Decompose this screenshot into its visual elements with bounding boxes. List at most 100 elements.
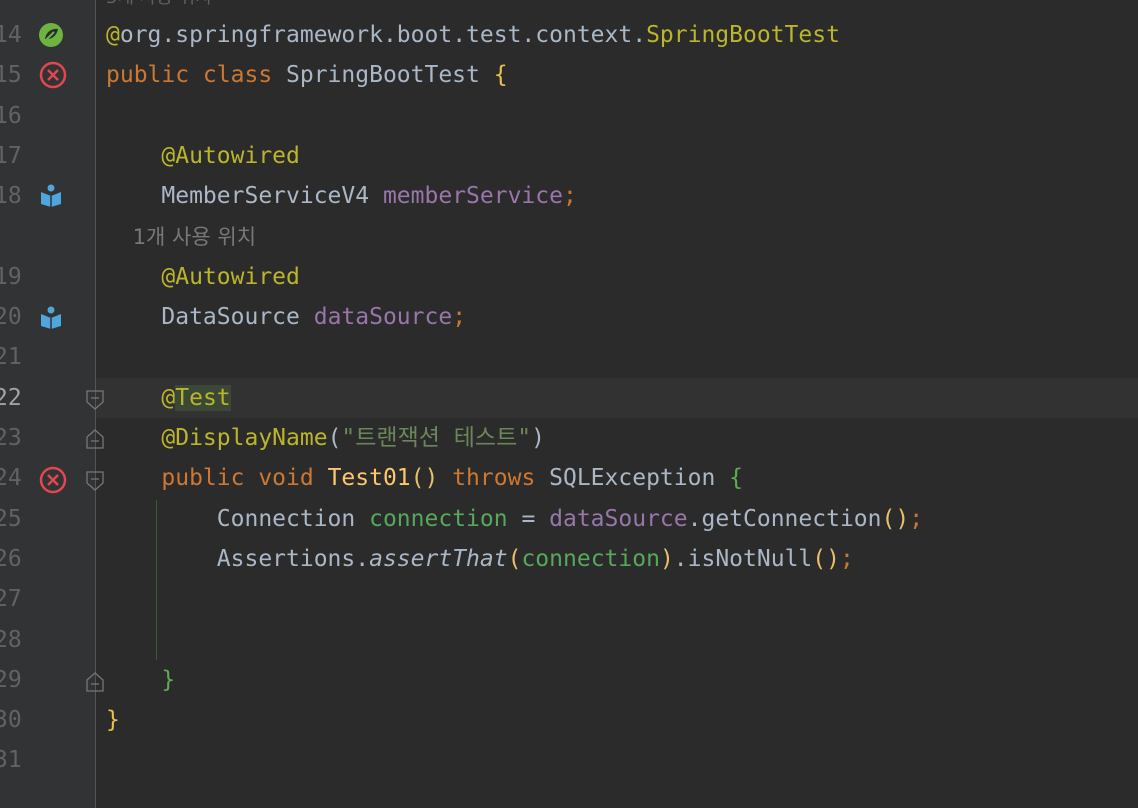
line-number: 16 xyxy=(0,102,22,129)
code-line[interactable]: 19 @Autowired xyxy=(0,257,1138,297)
code-token: DataSource xyxy=(106,304,314,331)
line-number: 27 xyxy=(0,586,22,613)
code-token: @ xyxy=(106,384,176,411)
line-number: 22 xyxy=(0,384,22,411)
line-number: 14 xyxy=(0,22,22,48)
code-token: .getConnection xyxy=(687,505,882,532)
code-token: throws xyxy=(438,465,550,492)
code-token: dataSource xyxy=(313,304,453,331)
code-token: connection xyxy=(521,545,660,572)
code-line[interactable]: 22 @Test xyxy=(0,377,1138,418)
code-token: Test01 xyxy=(327,465,411,492)
indent-guide xyxy=(156,500,157,660)
code-text: public void Test01() throws SQLException… xyxy=(106,458,743,498)
line-number: 18 xyxy=(0,183,22,210)
code-token: } xyxy=(106,666,176,693)
code-line[interactable]: 18 MemberServiceV4 memberService; xyxy=(0,176,1138,216)
code-token: @DisplayName xyxy=(106,425,328,451)
code-line[interactable]: 27 xyxy=(0,579,1138,619)
line-number: 23 xyxy=(0,425,22,451)
code-text: @Autowired xyxy=(106,257,300,297)
code-token: @Autowired xyxy=(106,263,300,290)
code-token: Connection xyxy=(106,505,370,532)
line-number: 21 xyxy=(0,344,22,371)
line-number: 31 xyxy=(0,747,22,774)
code-line[interactable]: 30} xyxy=(0,700,1138,740)
code-token: ; xyxy=(562,183,577,210)
code-token: connection xyxy=(369,505,508,532)
line-number: 28 xyxy=(0,626,22,653)
code-token: memberService xyxy=(382,183,563,210)
code-token: SpringBootTest xyxy=(286,62,494,89)
code-editor[interactable]: 5개 사용 위치 14@org.springframework.boot.tes… xyxy=(0,0,1138,808)
autowired-bean-icon[interactable] xyxy=(38,182,68,212)
code-line[interactable]: 28 xyxy=(0,620,1138,660)
code-token: ( xyxy=(507,545,522,572)
code-text: } xyxy=(106,700,120,740)
code-text: @DisplayName("트랜잭션 테스트") xyxy=(106,418,545,458)
line-number: 26 xyxy=(0,545,22,572)
fold-end-icon[interactable] xyxy=(86,429,104,449)
code-text: public class SpringBootTest { xyxy=(106,55,508,95)
code-line[interactable]: 26 Assertions.assertThat(connection).isN… xyxy=(0,539,1138,579)
code-line[interactable]: 25 Connection connection = dataSource.ge… xyxy=(0,499,1138,539)
code-token: SpringBootTest xyxy=(646,22,840,48)
code-line[interactable]: 24 public void Test01() throws SQLExcept… xyxy=(0,458,1138,498)
code-line[interactable]: 14 @org.springframework.boot.test.context… xyxy=(0,15,1138,55)
code-token: ( xyxy=(327,425,342,451)
error-icon[interactable] xyxy=(38,465,68,495)
code-token: SQLException xyxy=(549,465,730,492)
code-token: ) xyxy=(659,545,674,572)
code-token: @ xyxy=(106,22,120,48)
code-token: assertThat xyxy=(369,545,508,572)
line-number: 19 xyxy=(0,263,22,290)
code-text: 1개 사용 위치 xyxy=(106,217,256,257)
code-text: Assertions.assertThat(connection).isNotN… xyxy=(106,539,854,579)
code-line[interactable]: 17 @Autowired xyxy=(0,136,1138,176)
autowired-bean-icon[interactable] xyxy=(38,304,68,334)
code-line[interactable]: 20 DataSource dataSource; xyxy=(0,297,1138,337)
fold-open-icon[interactable] xyxy=(86,471,104,491)
code-text: Connection connection = dataSource.getCo… xyxy=(106,499,923,539)
spring-bean-icon[interactable] xyxy=(36,20,66,50)
usage-hint-top: 5개 사용 위치 xyxy=(106,0,212,8)
code-token: .isNotNull xyxy=(673,545,813,572)
code-token: ; xyxy=(909,505,924,532)
code-token: { xyxy=(729,465,744,492)
current-line-highlight xyxy=(96,377,1138,418)
code-token: () xyxy=(812,545,840,572)
code-token: { xyxy=(493,62,508,89)
code-line[interactable]: 1개 사용 위치 xyxy=(0,217,1138,257)
code-line[interactable]: 15 public class SpringBootTest { xyxy=(0,55,1138,95)
code-line[interactable]: 21 xyxy=(0,337,1138,377)
code-token: Assertions. xyxy=(106,545,370,572)
code-token: ) xyxy=(531,425,545,451)
code-token: ; xyxy=(839,545,854,572)
line-number: 30 xyxy=(0,707,22,734)
code-line[interactable]: 23 @DisplayName("트랜잭션 테스트") xyxy=(0,418,1138,458)
line-number: 20 xyxy=(0,304,22,331)
code-token: } xyxy=(106,707,120,734)
code-token: Test xyxy=(175,384,231,411)
code-text: MemberServiceV4 memberService; xyxy=(106,176,577,216)
code-line[interactable]: 16 xyxy=(0,96,1138,136)
code-line[interactable]: 29 } xyxy=(0,660,1138,700)
code-token: @Autowired xyxy=(106,142,300,169)
fold-end-icon[interactable] xyxy=(86,672,104,692)
code-token: ; xyxy=(452,304,467,331)
code-line[interactable]: 31 xyxy=(0,740,1138,780)
line-number: 24 xyxy=(0,465,22,492)
line-number: 15 xyxy=(0,62,22,89)
line-number xyxy=(0,217,40,257)
code-token: () xyxy=(410,465,439,492)
code-token: MemberServiceV4 xyxy=(106,183,383,210)
code-text: @Autowired xyxy=(106,136,300,176)
code-token: 1개 사용 위치 xyxy=(106,224,257,249)
code-text: } xyxy=(106,660,175,700)
fold-open-icon[interactable] xyxy=(86,390,104,410)
error-icon[interactable] xyxy=(38,60,68,90)
code-token: org.springframework.boot.test.context. xyxy=(119,22,647,48)
code-token: public void xyxy=(106,465,328,492)
code-token: dataSource xyxy=(549,505,688,532)
code-text: @Test xyxy=(106,378,231,418)
